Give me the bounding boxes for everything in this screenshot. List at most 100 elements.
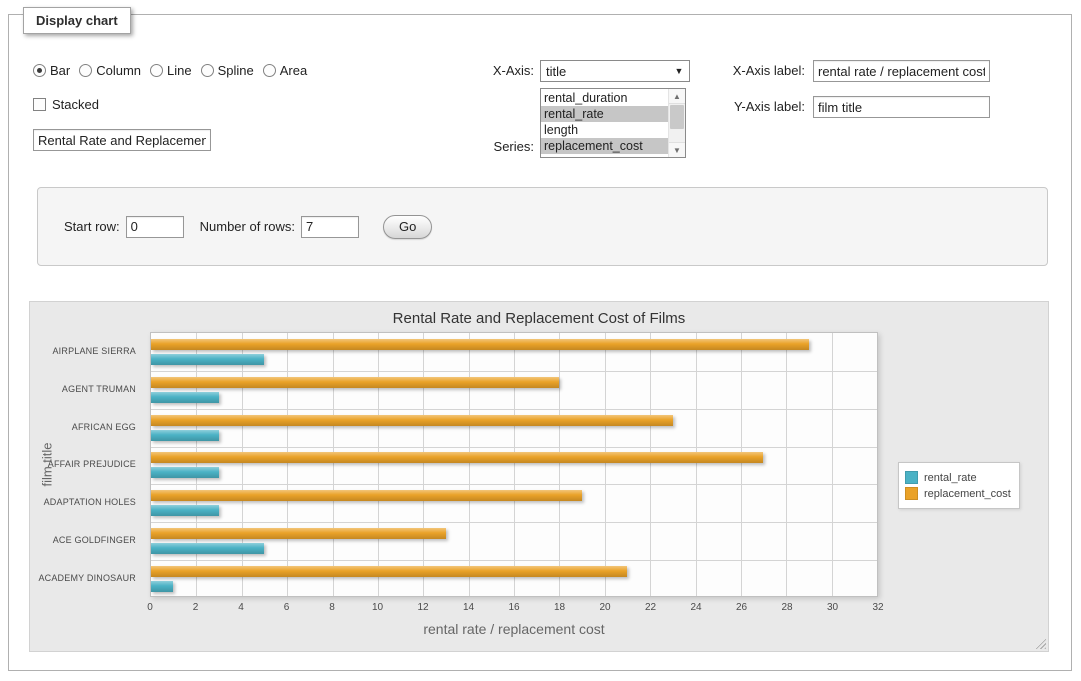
rows-panel: Start row: Number of rows: Go	[37, 187, 1048, 266]
y-axis-label-input[interactable]	[813, 96, 990, 118]
bar-replacement_cost	[151, 452, 763, 463]
start-row-label: Start row:	[64, 219, 120, 234]
radio-icon	[79, 64, 92, 77]
radio-option-label: Area	[280, 63, 307, 78]
bar-rental_rate	[151, 581, 173, 592]
radio-option-label: Bar	[50, 63, 70, 78]
bar-group	[151, 447, 877, 485]
radio-option-label: Line	[167, 63, 192, 78]
stacked-checkbox-row[interactable]: Stacked	[33, 97, 99, 112]
bar-group	[151, 522, 877, 560]
series-scrollbar[interactable]: ▲ ▼	[668, 89, 685, 157]
x-tick-label: 20	[599, 602, 610, 613]
stacked-label: Stacked	[52, 97, 99, 112]
y-category-labels: AIRPLANE SIERRAAGENT TRUMANAFRICAN EGGAF…	[30, 332, 144, 597]
bar-group	[151, 333, 877, 371]
x-tick-label: 16	[508, 602, 519, 613]
x-tick-label: 6	[284, 602, 290, 613]
x-axis-label-input[interactable]	[813, 60, 990, 82]
x-axis-select[interactable]: title ▼	[540, 60, 690, 82]
x-tick-label: 12	[417, 602, 428, 613]
radio-icon	[150, 64, 163, 77]
bar-rental_rate	[151, 430, 219, 441]
x-tick-label: 28	[781, 602, 792, 613]
plot-area	[150, 332, 878, 597]
radio-option-label: Spline	[218, 63, 254, 78]
x-tick-label: 14	[463, 602, 474, 613]
x-axis-caption: X-Axis:	[409, 60, 534, 82]
radio-option-column[interactable]: Column	[79, 63, 141, 78]
series-option-rental_rate[interactable]: rental_rate	[541, 106, 668, 122]
x-tick-label: 8	[329, 602, 335, 613]
series-listbox[interactable]: rental_durationrental_ratelengthreplacem…	[540, 88, 686, 158]
category-label: ACE GOLDFINGER	[30, 521, 144, 559]
legend-swatch	[905, 471, 918, 484]
x-tick-label: 4	[238, 602, 244, 613]
scroll-up-icon[interactable]: ▲	[669, 89, 685, 104]
x-tick-label: 26	[736, 602, 747, 613]
x-tick-label: 22	[645, 602, 656, 613]
series-options: rental_durationrental_ratelengthreplacem…	[541, 90, 668, 154]
radio-option-bar[interactable]: Bar	[33, 63, 70, 78]
bar-replacement_cost	[151, 415, 673, 426]
legend-swatch	[905, 487, 918, 500]
x-axis-label-caption: X-Axis label:	[707, 60, 805, 82]
bar-replacement_cost	[151, 528, 446, 539]
bar-group	[151, 409, 877, 447]
bar-replacement_cost	[151, 377, 559, 388]
x-tick-label: 2	[193, 602, 199, 613]
radio-icon	[201, 64, 214, 77]
radio-icon	[33, 64, 46, 77]
x-axis-select-value: title	[541, 64, 669, 79]
radio-option-spline[interactable]: Spline	[201, 63, 254, 78]
legend-entry: replacement_cost	[905, 487, 1011, 500]
x-ticks: 02468101214161820222426283032	[150, 602, 878, 616]
bar-rental_rate	[151, 467, 219, 478]
scrollbar-thumb[interactable]	[670, 105, 684, 129]
number-of-rows-label: Number of rows:	[200, 219, 295, 234]
category-label: AIRPLANE SIERRA	[30, 332, 144, 370]
bar-rental_rate	[151, 505, 219, 516]
y-axis-label-caption: Y-Axis label:	[707, 96, 805, 118]
bar-replacement_cost	[151, 490, 582, 501]
category-label: ADAPTATION HOLES	[30, 483, 144, 521]
panel-title: Display chart	[23, 7, 131, 34]
series-caption: Series:	[409, 136, 534, 158]
bar-rental_rate	[151, 543, 264, 554]
scroll-down-icon[interactable]: ▼	[669, 142, 685, 157]
radio-option-line[interactable]: Line	[150, 63, 192, 78]
bar-rental_rate	[151, 392, 219, 403]
start-row-input[interactable]	[126, 216, 184, 238]
series-option-replacement_cost[interactable]: replacement_cost	[541, 138, 668, 154]
chart-container: Rental Rate and Replacement Cost of Film…	[29, 301, 1049, 652]
legend-entry: rental_rate	[905, 471, 1011, 484]
go-button[interactable]: Go	[383, 215, 432, 239]
chart-x-axis-title: rental rate / replacement cost	[150, 621, 878, 637]
legend-label: replacement_cost	[924, 488, 1011, 500]
legend-label: rental_rate	[924, 472, 977, 484]
radio-icon	[263, 64, 276, 77]
bar-rental_rate	[151, 354, 264, 365]
category-label: AGENT TRUMAN	[30, 370, 144, 408]
stacked-checkbox[interactable]	[33, 98, 46, 111]
display-chart-panel: Display chart BarColumnLineSplineArea St…	[8, 14, 1072, 671]
radio-option-area[interactable]: Area	[263, 63, 307, 78]
bar-replacement_cost	[151, 566, 627, 577]
x-tick-label: 24	[690, 602, 701, 613]
bar-replacement_cost	[151, 339, 809, 350]
radio-option-label: Column	[96, 63, 141, 78]
resize-handle-icon[interactable]	[1033, 636, 1046, 649]
series-option-length[interactable]: length	[541, 122, 668, 138]
series-option-rental_duration[interactable]: rental_duration	[541, 90, 668, 106]
x-tick-label: 30	[827, 602, 838, 613]
chart-legend: rental_rate replacement_cost	[898, 462, 1020, 509]
x-tick-label: 10	[372, 602, 383, 613]
x-tick-label: 18	[554, 602, 565, 613]
x-tick-label: 32	[872, 602, 883, 613]
chart-title-input[interactable]	[33, 129, 211, 151]
category-label: AFRICAN EGG	[30, 408, 144, 446]
category-label: AFFAIR PREJUDICE	[30, 446, 144, 484]
category-label: ACADEMY DINOSAUR	[30, 559, 144, 597]
number-of-rows-input[interactable]	[301, 216, 359, 238]
bar-group	[151, 371, 877, 409]
